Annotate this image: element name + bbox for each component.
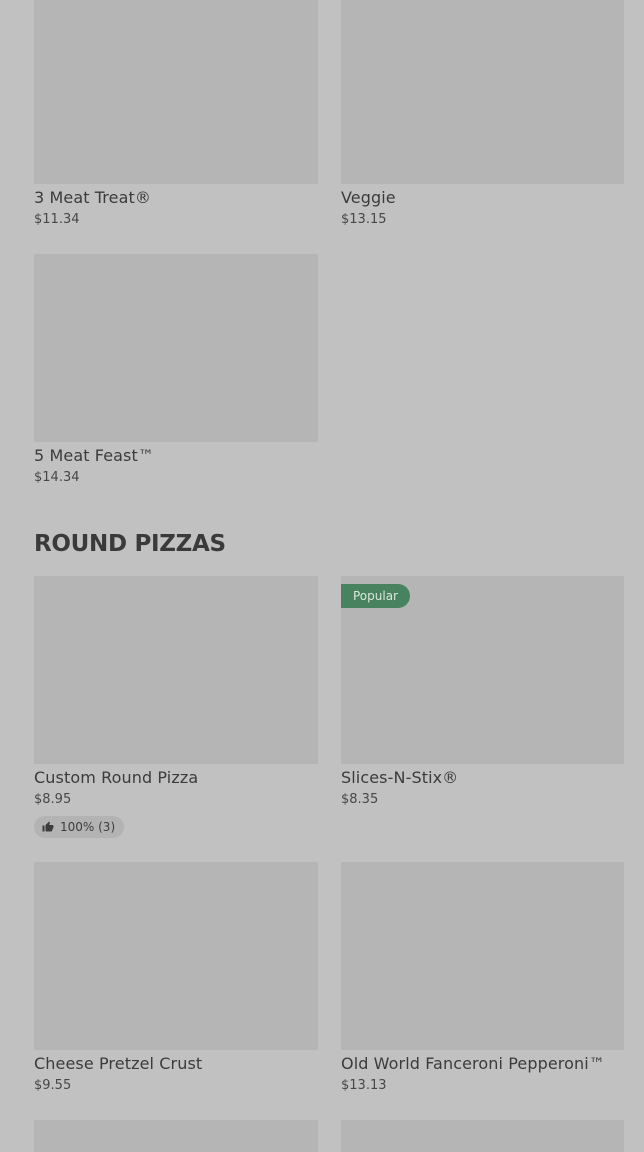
item-image — [341, 1120, 624, 1152]
menu-item-card[interactable] — [341, 1120, 624, 1152]
item-name: Veggie — [341, 188, 396, 207]
item-image — [34, 254, 318, 442]
item-price: $8.35 — [341, 792, 379, 807]
item-price: $9.55 — [34, 1078, 72, 1093]
item-price: $13.13 — [341, 1078, 387, 1093]
menu-item-card[interactable]: Cheese Pretzel Crust $9.55 — [34, 862, 318, 1093]
thumbs-up-icon — [42, 821, 54, 832]
item-name: Slices-N-Stix® — [341, 768, 459, 787]
item-price: $14.34 — [34, 470, 80, 485]
rating-text: 100% (3) — [60, 820, 116, 834]
menu-item-card[interactable]: 3 Meat Treat® $11.34 — [34, 0, 318, 227]
item-name: Cheese Pretzel Crust — [34, 1054, 203, 1073]
item-image — [34, 862, 318, 1050]
item-image — [34, 576, 318, 764]
item-image — [34, 1120, 318, 1152]
menu-item-card[interactable]: Veggie $13.15 — [341, 0, 624, 227]
menu-item-card[interactable]: Old World Fanceroni Pepperoni™ $13.13 — [341, 862, 624, 1093]
menu-item-card[interactable]: 5 Meat Feast™ $14.34 — [34, 254, 318, 485]
item-name: Custom Round Pizza — [34, 768, 199, 787]
item-name: Old World Fanceroni Pepperoni™ — [341, 1054, 605, 1073]
item-price: $11.34 — [34, 212, 80, 227]
popular-badge: Popular — [341, 584, 410, 608]
item-image — [341, 0, 624, 184]
item-name: 3 Meat Treat® — [34, 188, 151, 207]
item-price: $8.95 — [34, 792, 72, 807]
item-price: $13.15 — [341, 212, 387, 227]
item-name: 5 Meat Feast™ — [34, 446, 154, 465]
rating-chip: 100% (3) — [34, 816, 125, 838]
item-image — [34, 0, 318, 184]
menu-item-card[interactable]: Custom Round Pizza $8.95 100% (3) — [34, 576, 318, 838]
item-image — [341, 862, 624, 1050]
menu-item-card[interactable] — [34, 1120, 318, 1152]
item-image: Popular — [341, 576, 624, 764]
menu-item-card[interactable]: Popular Slices-N-Stix® $8.35 — [341, 576, 624, 807]
section-title-round-pizzas: ROUND PIZZAS — [34, 531, 226, 557]
